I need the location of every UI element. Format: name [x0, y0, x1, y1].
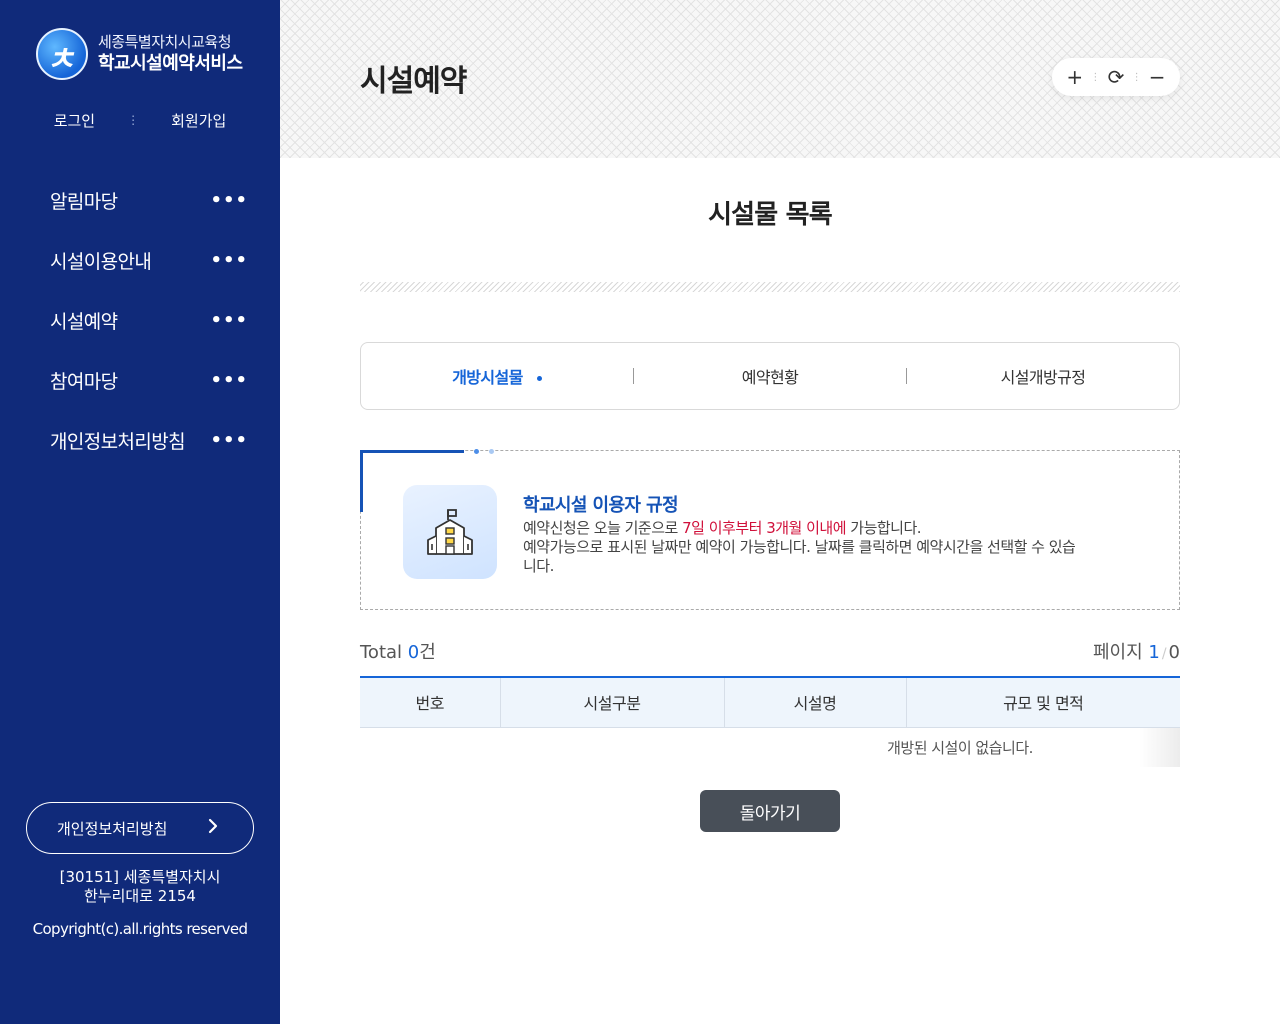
tab-label: 개방시설물: [452, 368, 523, 387]
notice-box: 학교시설 이용자 규정 예약신청은 오늘 기준으로 7일 이후부터 3개월 이내…: [360, 449, 1180, 610]
page-title: 시설예약: [360, 64, 467, 99]
logo-service-name: 학교시설예약서비스: [98, 53, 243, 75]
accent-bar: [360, 450, 363, 512]
sidebar-item-facility-reservation[interactable]: 시설예약 •••: [50, 290, 250, 350]
total-prefix: Total: [360, 642, 408, 663]
total-pages: 0: [1168, 642, 1180, 663]
sidebar: ㅊ 세종특별자치시교육청 학교시설예약서비스 로그인 ⋮ 회원가입 알림마당 •…: [0, 0, 280, 1024]
tab-label: 시설개방규정: [1000, 368, 1086, 387]
address-line2: 한누리대로 2154: [84, 887, 196, 905]
sidebar-item-privacy-policy[interactable]: 개인정보처리방침 •••: [50, 410, 250, 470]
total-suffix: 건: [419, 642, 436, 663]
section-title: 시설물 목록: [708, 200, 833, 230]
total-number: 0: [407, 642, 420, 663]
sidebar-nav: 알림마당 ••• 시설이용안내 ••• 시설예약 ••• 참여마당 ••• 개인…: [50, 170, 250, 470]
refresh-icon[interactable]: ⟳: [1102, 65, 1130, 89]
chevron-right-icon: [207, 818, 219, 839]
privacy-policy-label: 개인정보처리방침: [57, 819, 168, 838]
empty-message: 개방된 시설이 없습니다.: [360, 727, 1180, 767]
list-summary: Total 0건 페이지 1/0: [360, 638, 1180, 664]
logo-text: 세종특별자치시교육청 학교시설예약서비스: [98, 33, 243, 76]
sidebar-item-notice-board[interactable]: 알림마당 •••: [50, 170, 250, 230]
logo-org-name: 세종특별자치시교육청: [98, 32, 232, 51]
page-separator: /: [1161, 646, 1167, 662]
page-indicator: 페이지 1/0: [1093, 638, 1180, 664]
table-row: 개방된 시설이 없습니다.: [360, 727, 1180, 767]
sidebar-item-label: 알림마당: [50, 190, 118, 213]
accent-dot: [489, 449, 494, 454]
school-building-icon: [403, 485, 497, 579]
zoom-in-icon[interactable]: +: [1061, 65, 1089, 89]
sidebar-item-label: 참여마당: [50, 370, 118, 393]
more-icon: •••: [210, 189, 248, 211]
divider: [360, 282, 1180, 292]
logo[interactable]: ㅊ 세종특별자치시교육청 학교시설예약서비스: [36, 28, 243, 80]
address-line1: [30151] 세종특별자치시: [59, 868, 221, 886]
copyright: Copyright(c).all.rights reserved: [32, 920, 248, 938]
page-prefix: 페이지: [1092, 642, 1149, 663]
tab-open-facilities[interactable]: 개방시설물: [361, 364, 633, 388]
sidebar-item-participation[interactable]: 참여마당 •••: [50, 350, 250, 410]
notice-text: 가능합니다.: [846, 519, 922, 537]
login-link[interactable]: 로그인: [54, 110, 95, 131]
notice-line: 예약가능으로 표시된 날짜만 예약이 가능합니다. 날짜를 클릭하면 예약시간을…: [523, 538, 1076, 556]
signup-link[interactable]: 회원가입: [171, 110, 226, 131]
auth-links: 로그인 ⋮ 회원가입: [0, 110, 280, 131]
auth-separator: ⋮: [127, 113, 140, 127]
column-header-size-area: 규모 및 면적: [906, 677, 1180, 728]
privacy-policy-button[interactable]: 개인정보처리방침: [26, 802, 254, 854]
column-header-number: 번호: [360, 677, 501, 728]
emblem-icon: ㅊ: [36, 28, 88, 80]
more-icon: •••: [210, 429, 248, 451]
notice-title: 학교시설 이용자 규정: [523, 495, 679, 516]
column-header-facility-name: 시설명: [724, 677, 907, 728]
notice-line: 니다.: [523, 557, 554, 575]
sidebar-item-label: 개인정보처리방침: [50, 430, 186, 453]
page-header: 시설예약 + ⋮ ⟳ ⋮ −: [280, 0, 1280, 158]
more-icon: •••: [210, 369, 248, 391]
table-header-row: 번호 시설구분 시설명 규모 및 면적: [360, 677, 1180, 728]
view-tools: + ⋮ ⟳ ⋮ −: [1052, 58, 1180, 96]
tab-opening-rules[interactable]: 시설개방규정: [907, 364, 1179, 388]
back-button[interactable]: 돌아가기: [700, 790, 840, 832]
tab-reservation-status[interactable]: 예약현황: [634, 364, 906, 388]
sidebar-item-facility-guide[interactable]: 시설이용안내 •••: [50, 230, 250, 290]
notice-text: 예약신청은 오늘 기준으로: [523, 519, 683, 537]
facility-table: 번호 시설구분 시설명 규모 및 면적 개방된 시설이 없습니다.: [360, 676, 1180, 767]
sidebar-item-label: 시설예약: [50, 310, 118, 333]
zoom-out-icon[interactable]: −: [1143, 65, 1171, 89]
accent-bar: [360, 450, 464, 453]
tab-label: 예약현황: [741, 368, 799, 387]
notice-body: 학교시설 이용자 규정 예약신청은 오늘 기준으로 7일 이후부터 3개월 이내…: [523, 491, 1153, 576]
total-count: Total 0건: [360, 638, 436, 664]
tab-bar: 개방시설물 예약현황 시설개방규정: [360, 342, 1180, 410]
sidebar-item-label: 시설이용안내: [50, 250, 152, 273]
tool-separator: ⋮: [1090, 71, 1101, 83]
empty-message-text: 개방된 시설이 없습니다.: [887, 738, 1033, 757]
column-header-category: 시설구분: [500, 677, 725, 728]
current-page: 1: [1148, 642, 1160, 663]
notice-line: 예약신청은 오늘 기준으로 7일 이후부터 3개월 이내에 가능합니다.: [523, 519, 1153, 538]
address: [30151] 세종특별자치시 한누리대로 2154: [0, 868, 280, 906]
accent-dot: [474, 449, 479, 454]
tool-separator: ⋮: [1131, 71, 1142, 83]
more-icon: •••: [210, 249, 248, 271]
more-icon: •••: [210, 309, 248, 331]
notice-highlight: 7일 이후부터 3개월 이내에: [682, 519, 847, 537]
active-dot-icon: [536, 376, 542, 381]
